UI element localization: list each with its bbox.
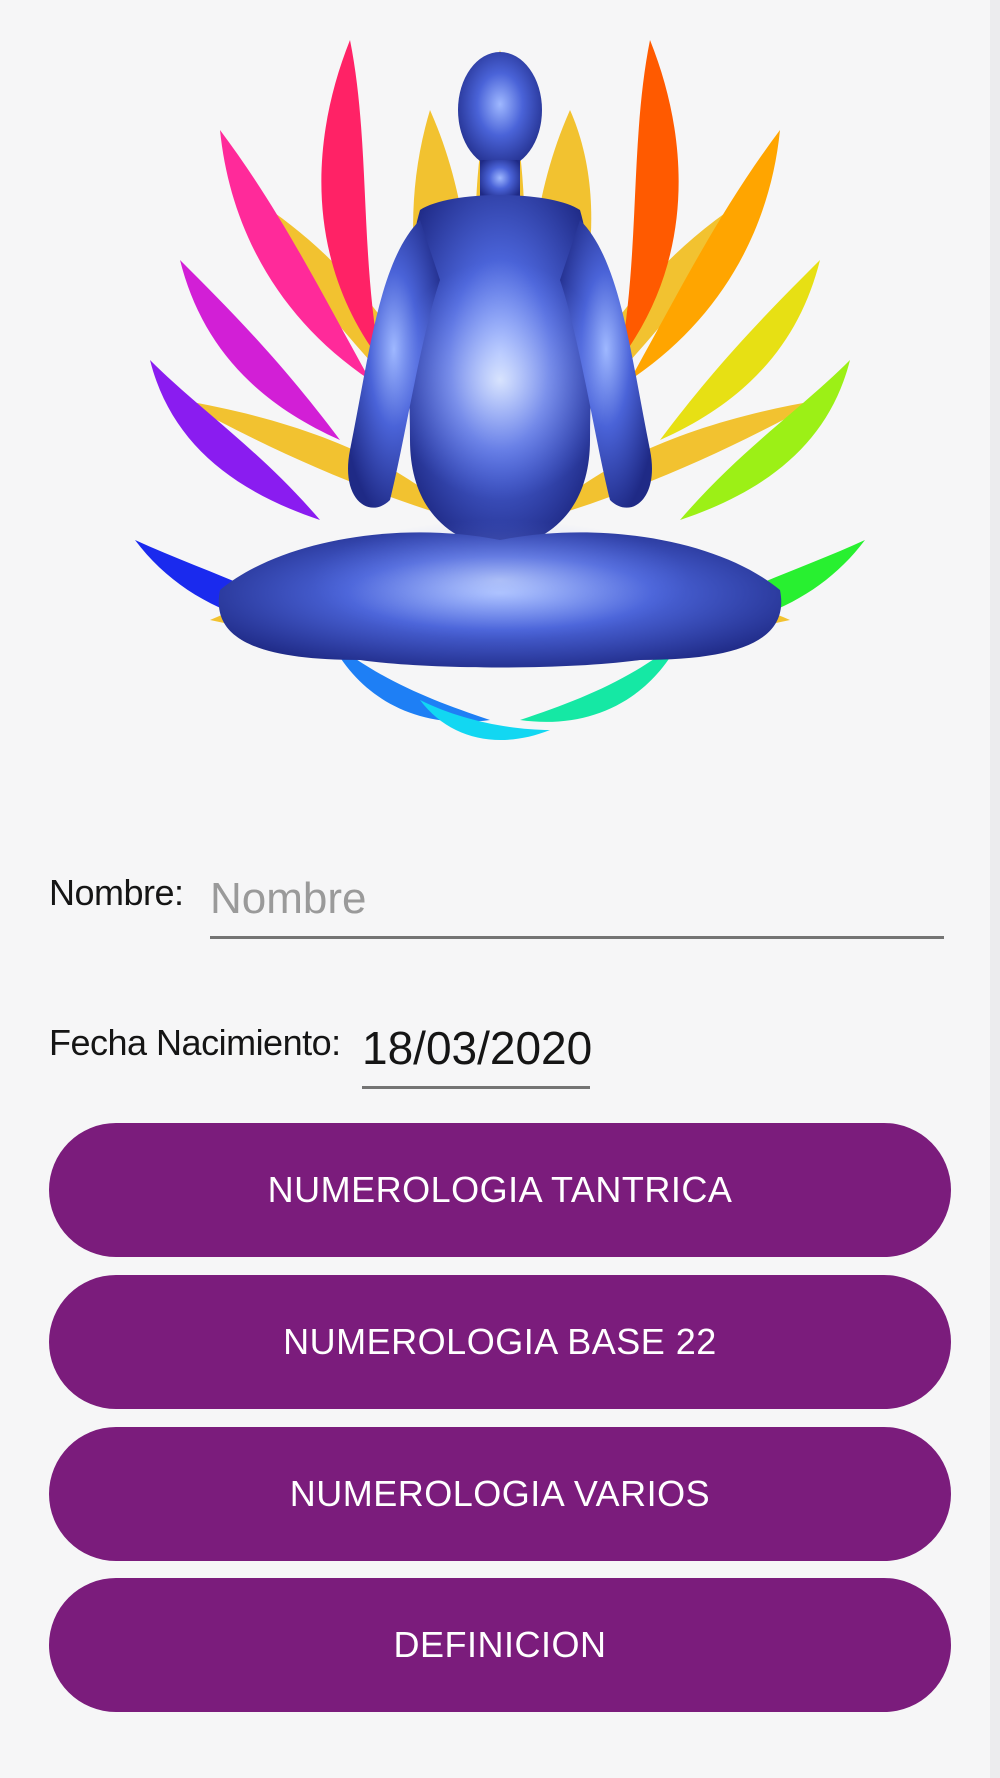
numerologia-varios-button[interactable]: NUMEROLOGIA VARIOS — [49, 1427, 951, 1561]
name-input[interactable] — [210, 862, 944, 939]
birth-date-label: Fecha Nacimiento: — [49, 1022, 341, 1063]
definicion-button[interactable]: DEFINICION — [49, 1578, 951, 1712]
numerologia-base-22-button[interactable]: NUMEROLOGIA BASE 22 — [49, 1275, 951, 1409]
birth-date-picker[interactable]: 18/03/2020 — [362, 1010, 592, 1089]
screen-edge — [990, 0, 1000, 1778]
meditation-lotus-logo — [120, 20, 880, 810]
numerologia-tantrica-button[interactable]: NUMEROLOGIA TANTRICA — [49, 1123, 951, 1257]
name-label: Nombre: — [49, 872, 184, 913]
